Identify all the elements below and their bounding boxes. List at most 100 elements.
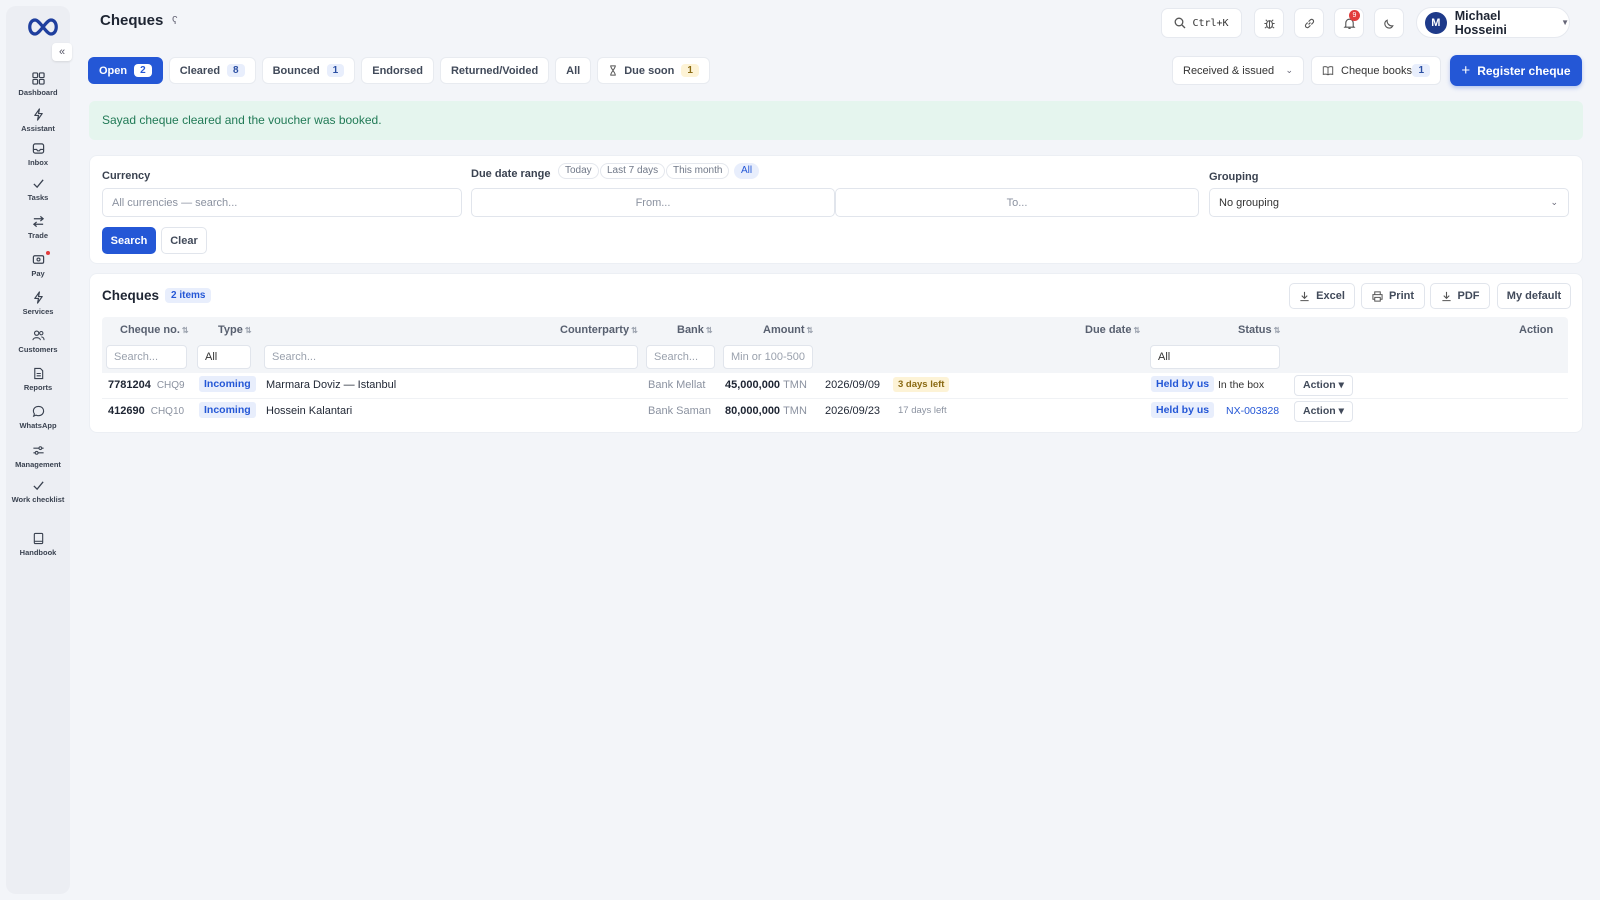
- column-bank[interactable]: Bank ⇅: [677, 324, 713, 336]
- sidebar-item-services[interactable]: Services: [6, 291, 70, 316]
- voucher-link[interactable]: NX-003828: [1226, 405, 1279, 417]
- tab-label: Cleared: [179, 64, 221, 77]
- infinity-logo-icon[interactable]: [26, 16, 60, 38]
- link-button[interactable]: [1294, 8, 1324, 38]
- chat-icon: [32, 405, 44, 418]
- currency-input[interactable]: All currencies — search...: [102, 188, 462, 217]
- filter-amount-input[interactable]: Min or 100-500: [723, 345, 813, 369]
- export-pdf-button[interactable]: PDF: [1430, 283, 1490, 309]
- filter-bank-input[interactable]: Search...: [646, 345, 715, 369]
- title-info-icon[interactable]: ʕ: [172, 15, 178, 27]
- direction-select[interactable]: Received & issued ⌄: [1172, 56, 1304, 85]
- filter-status-select[interactable]: All: [1150, 345, 1280, 369]
- sidebar-item-assistant[interactable]: Assistant: [6, 108, 70, 133]
- sidebar-item-label: Services: [22, 307, 54, 316]
- sidebar-item-tasks[interactable]: Tasks: [6, 177, 70, 202]
- theme-toggle-button[interactable]: [1374, 8, 1404, 38]
- counterparty-cell[interactable]: Marmara Doviz — Istanbul: [266, 379, 396, 391]
- column-counterparty[interactable]: Counterparty ⇅: [560, 324, 638, 336]
- tab-count: 1: [326, 64, 345, 77]
- global-search-button[interactable]: Ctrl+K: [1161, 8, 1242, 38]
- search-button[interactable]: Search: [102, 227, 156, 254]
- due-date-range-label: Due date range: [471, 168, 551, 180]
- export-excel-button[interactable]: Excel: [1289, 283, 1355, 309]
- grid-icon: [31, 72, 45, 85]
- sidebar-item-trade[interactable]: Trade: [6, 215, 70, 240]
- notifications-button[interactable]: 9: [1334, 8, 1364, 38]
- row-action-button[interactable]: Action ▾: [1294, 375, 1353, 396]
- sort-icon: ⇅: [1133, 326, 1141, 335]
- tab-bounced[interactable]: Bounced 1: [261, 57, 356, 84]
- amount-cell: 80,000,000 TMN: [725, 405, 807, 417]
- sidebar-item-pay[interactable]: Pay: [6, 251, 70, 278]
- search-icon: [1174, 17, 1186, 29]
- clear-button[interactable]: Clear: [161, 227, 207, 254]
- sidebar-item-management[interactable]: Management: [6, 444, 70, 469]
- sidebar-item-reports[interactable]: Reports: [6, 367, 70, 392]
- table-row[interactable]: 412690 CHQ10 Incoming Hossein Kalantari B…: [102, 399, 1568, 425]
- tab-due-soon[interactable]: Due soon 1: [597, 57, 710, 84]
- tab-open[interactable]: Open 2: [88, 57, 163, 84]
- sidebar-item-dashboard[interactable]: Dashboard: [6, 72, 70, 97]
- tab-label: Endorsed: [372, 64, 423, 77]
- column-type[interactable]: Type ⇅: [218, 324, 252, 336]
- debug-button[interactable]: [1254, 8, 1284, 38]
- tab-count: 8: [227, 64, 245, 77]
- my-default-button[interactable]: My default: [1497, 283, 1571, 309]
- status-badge: Held by us: [1151, 402, 1215, 418]
- days-left-cell: 17 days left: [893, 404, 952, 416]
- due-chip-all[interactable]: All: [734, 163, 760, 179]
- filter-type-select[interactable]: All: [197, 345, 251, 369]
- cheque-books-button[interactable]: Cheque books 1: [1311, 56, 1441, 85]
- check-icon: [32, 179, 44, 189]
- currency-label: Currency: [102, 170, 151, 182]
- search-shortcut: Ctrl+K: [1192, 17, 1229, 29]
- grouping-select[interactable]: No grouping ⌄: [1209, 188, 1569, 217]
- column-due-date[interactable]: Due date ⇅: [1085, 324, 1140, 336]
- cheque-code: CHQ10: [150, 406, 185, 417]
- collapse-sidebar-button[interactable]: «: [52, 43, 72, 61]
- due-from-input[interactable]: From...: [471, 188, 835, 217]
- table-row[interactable]: 7781204 CHQ9 Incoming Marmara Doviz — Ist…: [102, 373, 1568, 399]
- export-pdf-label: PDF: [1457, 290, 1480, 302]
- sidebar-item-inbox[interactable]: Inbox: [6, 142, 70, 167]
- sidebar-item-customers[interactable]: Customers: [6, 329, 70, 354]
- column-cheque-no[interactable]: Cheque no. ⇅: [120, 324, 189, 336]
- notification-dot: [46, 251, 50, 255]
- tab-returned-voided[interactable]: Returned/Voided: [439, 57, 550, 84]
- counterparty-cell[interactable]: Hossein Kalantari: [266, 405, 352, 417]
- filter-counterparty-input[interactable]: Search...: [264, 345, 638, 369]
- column-filter-row: Search... All Search... Search... Min or…: [102, 343, 1568, 373]
- tab-endorsed[interactable]: Endorsed: [361, 57, 434, 84]
- column-label: Counterparty: [560, 324, 630, 336]
- column-status[interactable]: Status ⇅: [1238, 324, 1280, 336]
- due-chip-last-7-days[interactable]: Last 7 days: [600, 163, 666, 179]
- bug-icon: [1263, 18, 1275, 29]
- book-icon: [33, 532, 43, 545]
- export-excel-label: Excel: [1316, 290, 1345, 302]
- sidebar-item-work-checklist[interactable]: Work checklist: [6, 479, 70, 504]
- sidebar-item-label: Inbox: [28, 158, 48, 167]
- days-left-cell: 3 days left: [893, 377, 950, 392]
- register-cheque-button[interactable]: + Register cheque: [1450, 55, 1582, 86]
- cheque-code: CHQ9: [156, 380, 185, 391]
- users-icon: [31, 330, 45, 341]
- report-icon: [33, 367, 43, 380]
- sidebar-item-whatsapp[interactable]: WhatsApp: [6, 405, 70, 430]
- row-action-button[interactable]: Action ▾: [1294, 401, 1353, 422]
- sidebar-item-handbook[interactable]: Handbook: [6, 532, 70, 557]
- filter-cheque-no-input[interactable]: Search...: [106, 345, 187, 369]
- location-cell: In the box: [1218, 379, 1265, 391]
- due-chip-today[interactable]: Today: [558, 163, 599, 179]
- due-chip-this-month[interactable]: This month: [666, 163, 730, 179]
- due-to-input[interactable]: To...: [835, 188, 1199, 217]
- page-title: Cheques: [100, 12, 164, 29]
- column-amount[interactable]: Amount ⇅: [763, 324, 813, 336]
- tab-all[interactable]: All: [555, 57, 592, 84]
- chevron-down-icon: ▼: [1561, 18, 1569, 27]
- user-menu[interactable]: M Michael Hosseini ▼: [1416, 7, 1570, 38]
- user-name: Michael Hosseini: [1454, 8, 1507, 37]
- print-button[interactable]: Print: [1361, 283, 1425, 309]
- tab-cleared[interactable]: Cleared 8: [168, 57, 256, 84]
- notification-count-badge: 9: [1349, 10, 1360, 21]
